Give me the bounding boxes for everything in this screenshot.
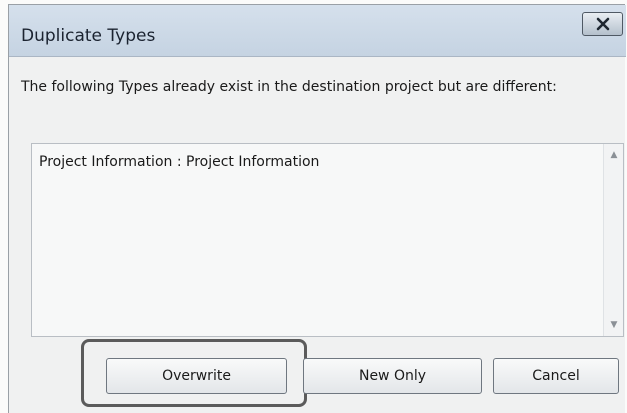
new-only-button[interactable]: New Only [303,358,482,394]
duplicate-types-dialog: Duplicate Types The following Types alre… [8,4,626,413]
scroll-up-arrow-icon[interactable]: ▲ [604,144,624,166]
scroll-down-arrow-icon[interactable]: ▼ [604,314,624,336]
dialog-message: The following Types already exist in the… [21,79,557,95]
title-bar: Duplicate Types [9,5,626,57]
overwrite-button[interactable]: Overwrite [106,358,287,394]
types-list[interactable]: Project Information : Project Informatio… [31,143,624,337]
list-item[interactable]: Project Information : Project Informatio… [39,154,319,170]
cancel-button[interactable]: Cancel [493,358,619,394]
close-icon [596,17,609,31]
vertical-scrollbar[interactable]: ▲ ▼ [603,144,623,336]
dialog-title: Duplicate Types [21,26,156,46]
close-button[interactable] [582,12,623,36]
